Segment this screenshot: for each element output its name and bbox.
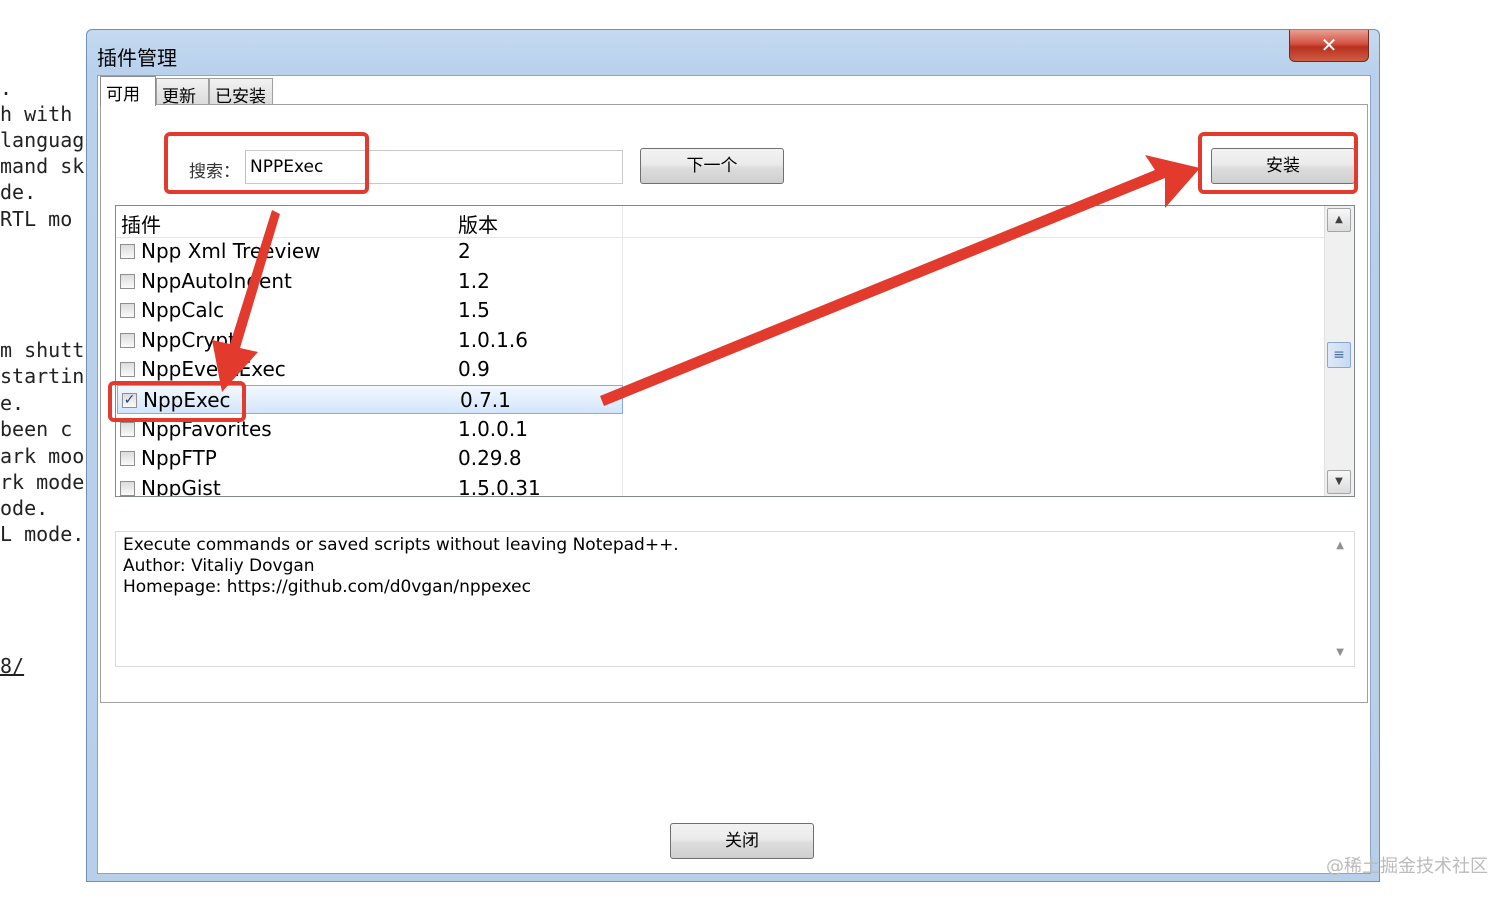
editor-line: RTL mo xyxy=(0,207,73,231)
editor-line: been c xyxy=(0,417,73,441)
editor-line: languag xyxy=(0,128,85,152)
highlight-nppexec-row xyxy=(108,381,246,422)
list-header: 插件 版本 xyxy=(116,206,1324,238)
dialog-client-area: 可用 更新 已安装 搜索： 下一个 安装 插件 版本 Npp Xml Treev… xyxy=(97,75,1371,874)
description-line: Author: Vitaliy Dovgan xyxy=(123,556,315,576)
chevron-down-icon: ▼ xyxy=(1335,476,1343,487)
editor-line: ode. xyxy=(0,496,49,520)
title-bar[interactable]: 插件管理 ✕ xyxy=(87,30,1379,76)
chevron-down-icon[interactable]: ▼ xyxy=(1336,647,1344,658)
plugin-checkbox[interactable] xyxy=(120,362,135,378)
scroll-up-button[interactable]: ▲ xyxy=(1327,208,1351,232)
plugin-list[interactable]: 插件 版本 Npp Xml Treeview 2 NppAutoIndent 1.2 N… xyxy=(115,205,1355,497)
plugin-version: 1.0.1.6 xyxy=(458,327,528,352)
next-button[interactable]: 下一个 xyxy=(640,148,784,184)
description-line: Execute commands or saved scripts withou… xyxy=(123,535,679,555)
plugin-row[interactable]: NppFTP 0.29.8 xyxy=(116,444,622,473)
close-icon: ✕ xyxy=(1320,33,1338,57)
editor-line: ark moo xyxy=(0,444,85,468)
plugin-version: 1.5.0.31 xyxy=(458,475,541,497)
plugin-checkbox[interactable] xyxy=(120,451,135,467)
plugin-row[interactable]: NppAutoIndent 1.2 xyxy=(116,267,622,296)
plugin-version: 0.9 xyxy=(458,357,490,382)
chevron-up-icon[interactable]: ▲ xyxy=(1336,540,1344,551)
plugin-checkbox[interactable] xyxy=(120,273,135,289)
plugin-name: NppCalc xyxy=(141,298,225,323)
column-header-plugin[interactable]: 插件 xyxy=(121,209,161,238)
plugin-name: NppGist xyxy=(141,475,221,497)
editor-line: startin xyxy=(0,364,85,388)
plugin-checkbox[interactable] xyxy=(120,332,135,348)
list-rows: Npp Xml Treeview 2 NppAutoIndent 1.2 NppCalc… xyxy=(116,237,1324,497)
scroll-thumb[interactable]: ≡ xyxy=(1327,342,1351,368)
plugin-checkbox[interactable] xyxy=(120,421,135,437)
list-scrollbar[interactable]: ▲ ≡ ▼ xyxy=(1324,206,1354,496)
plugin-version: 2 xyxy=(458,239,471,263)
highlight-install-button xyxy=(1198,132,1358,194)
plugin-row[interactable]: NppCalc 1.5 xyxy=(116,296,622,325)
column-header-version[interactable]: 版本 xyxy=(458,209,498,238)
description-text: Execute commands or saved scripts withou… xyxy=(123,535,679,598)
background-editor: . h with languag mand sk de. RTL mo m sh… xyxy=(0,0,90,899)
editor-line: rk mode xyxy=(0,470,85,494)
plugin-name: Npp Xml Treeview xyxy=(141,239,321,263)
plugin-version: 1.5 xyxy=(458,298,490,323)
plugin-row[interactable]: Npp Xml Treeview 2 xyxy=(116,237,622,266)
plugin-name: NppCrypt xyxy=(141,327,236,352)
editor-line: . xyxy=(0,76,13,100)
scroll-down-button[interactable]: ▼ xyxy=(1327,470,1351,494)
plugin-version: 0.7.1 xyxy=(460,388,511,412)
editor-line: h with xyxy=(0,102,73,126)
grip-icon: ≡ xyxy=(1333,347,1345,363)
plugin-version: 1.0.0.1 xyxy=(458,416,528,441)
window-close-button[interactable]: ✕ xyxy=(1289,30,1369,62)
plugin-checkbox[interactable] xyxy=(120,303,135,319)
plugin-description[interactable]: Execute commands or saved scripts withou… xyxy=(115,531,1355,667)
editor-line: de. xyxy=(0,180,37,204)
close-button[interactable]: 关闭 xyxy=(670,823,814,859)
watermark: @稀土掘金技术社区 xyxy=(1326,856,1488,877)
plugin-name: NppAutoIndent xyxy=(141,268,292,293)
editor-line: mand sk xyxy=(0,154,85,178)
editor-line: L mode. xyxy=(0,522,85,546)
plugin-name: NppEventExec xyxy=(141,357,286,382)
tab-available[interactable]: 可用 xyxy=(100,76,156,106)
editor-line: e. xyxy=(0,391,25,415)
dialog-title: 插件管理 xyxy=(97,46,177,70)
plugin-row[interactable]: NppGist 1.5.0.31 xyxy=(116,474,622,497)
editor-line: 8/ xyxy=(0,654,25,678)
plugin-checkbox[interactable] xyxy=(120,480,135,496)
plugin-version: 1.2 xyxy=(458,268,490,293)
tab-updates[interactable]: 更新 xyxy=(156,78,209,107)
highlight-search-box xyxy=(164,132,369,194)
plugin-version: 0.29.8 xyxy=(458,446,522,471)
chevron-up-icon: ▲ xyxy=(1335,214,1343,225)
plugin-checkbox[interactable] xyxy=(120,244,135,259)
plugin-name: NppFTP xyxy=(141,446,217,471)
plugin-row[interactable]: NppCrypt 1.0.1.6 xyxy=(116,326,622,355)
tab-installed[interactable]: 已安装 xyxy=(209,78,273,107)
editor-line: m shutt xyxy=(0,338,85,362)
description-line: Homepage: https://github.com/d0vgan/nppe… xyxy=(123,577,531,597)
